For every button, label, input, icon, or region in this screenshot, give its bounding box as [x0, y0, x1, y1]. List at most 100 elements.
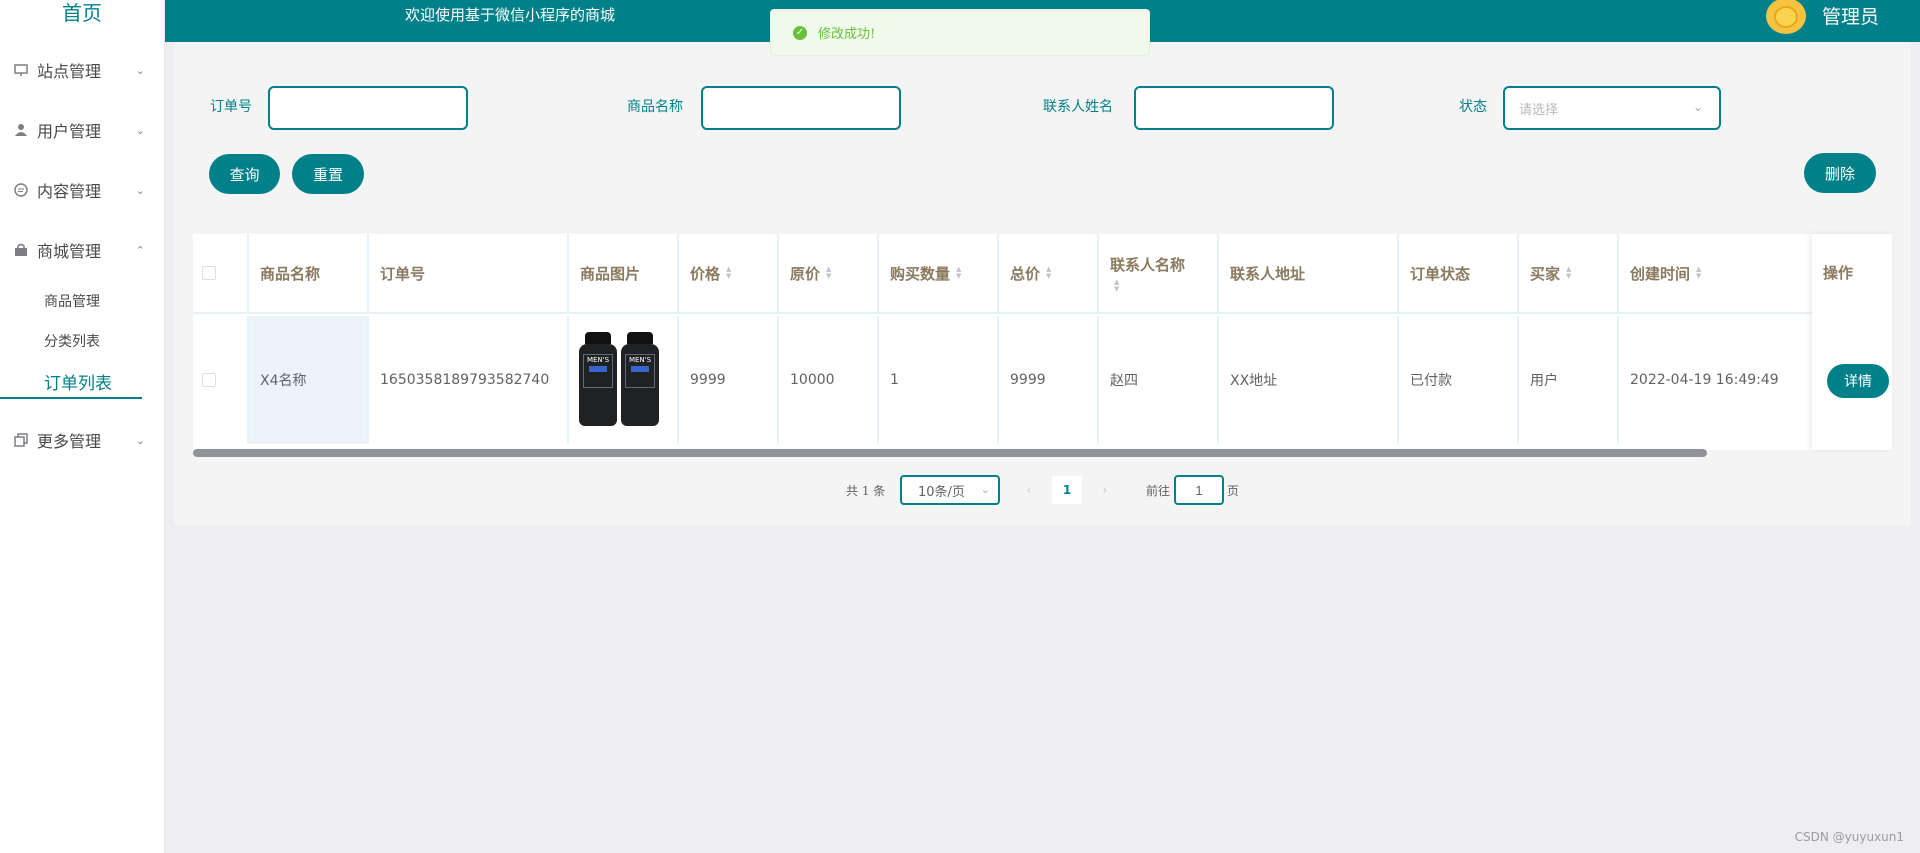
bottle-label: MEN'S	[586, 356, 610, 364]
cell-product-name: X4名称	[249, 316, 369, 444]
status-placeholder: 请选择	[1519, 102, 1559, 118]
active-indicator	[0, 397, 142, 399]
page-size-value: 10条/页	[918, 484, 965, 500]
prev-page-button[interactable]: ‹	[1014, 476, 1044, 504]
header-actions: 操作	[1823, 264, 1854, 282]
sort-icon[interactable]: ▲ ▼	[956, 266, 961, 280]
sort-icon[interactable]: ▲ ▼	[1696, 266, 1701, 280]
header-label: 买家	[1530, 264, 1561, 283]
select-all-cell	[193, 234, 249, 314]
sidebar-item-label: 更多管理	[37, 432, 102, 451]
sidebar-item-user-management[interactable]: 用户管理 ⌄	[0, 110, 165, 150]
contact-name-input[interactable]	[1134, 86, 1334, 130]
header-contact-name[interactable]: 联系人名称 ▲ ▼	[1099, 234, 1219, 314]
cell-total: 9999	[999, 316, 1099, 444]
horizontal-scrollbar[interactable]	[193, 449, 1707, 457]
chat-icon	[13, 182, 29, 198]
header-quantity[interactable]: 购买数量 ▲ ▼	[879, 234, 999, 314]
cell-contact-name: 赵四	[1099, 316, 1219, 444]
cell-buyer: 用户	[1519, 316, 1619, 444]
order-no-label: 订单号	[210, 99, 252, 115]
sidebar-item-label: 内容管理	[37, 182, 102, 201]
sidebar-item-content-management[interactable]: 内容管理 ⌄	[0, 170, 165, 210]
header-created-at[interactable]: 创建时间 ▲ ▼	[1619, 234, 1819, 314]
avatar[interactable]	[1766, 0, 1806, 34]
cell-price: 9999	[679, 316, 779, 444]
toast-message: 修改成功!	[818, 27, 876, 42]
sidebar-item-label: 用户管理	[37, 122, 102, 141]
sort-icon[interactable]: ▲ ▼	[1114, 278, 1119, 293]
chevron-up-icon: ⌃	[135, 243, 145, 257]
sort-icon[interactable]: ▲ ▼	[1046, 266, 1051, 280]
watermark: CSDN @yuyuxun1	[1794, 830, 1904, 844]
admin-label[interactable]: 管理员	[1822, 2, 1879, 29]
row-checkbox[interactable]	[202, 373, 216, 387]
header-label: 购买数量	[890, 264, 951, 283]
goto-page-input[interactable]	[1174, 475, 1224, 505]
header-label: 原价	[790, 264, 821, 283]
sidebar-item-more-management[interactable]: 更多管理 ⌄	[0, 420, 165, 460]
header-contact-address: 联系人地址	[1219, 234, 1399, 314]
header-label: 联系人名称	[1110, 255, 1186, 274]
header-order-no: 订单号	[369, 234, 569, 314]
cell-order-no: 1650358189793582740	[369, 316, 569, 444]
detail-button[interactable]: 详情	[1827, 364, 1889, 398]
header-label: 总价	[1010, 264, 1041, 283]
header-product-image: 商品图片	[569, 234, 679, 314]
current-page[interactable]: 1	[1052, 476, 1082, 504]
header-original-price[interactable]: 原价 ▲ ▼	[779, 234, 879, 314]
user-icon	[13, 122, 29, 138]
bottle-label: MEN'S	[628, 356, 652, 364]
welcome-text: 欢迎使用基于微信小程序的商城	[405, 6, 616, 24]
chevron-down-icon: ⌄	[135, 63, 145, 77]
chevron-down-icon: ⌄	[135, 183, 145, 197]
goto-suffix: 页	[1227, 484, 1240, 498]
reset-button[interactable]: 重置	[292, 154, 364, 194]
copy-icon	[13, 432, 29, 448]
select-all-checkbox[interactable]	[202, 266, 216, 280]
home-link[interactable]: 首页	[0, 0, 164, 28]
sort-icon[interactable]: ▲ ▼	[826, 266, 831, 280]
sidebar-item-label: 站点管理	[37, 62, 102, 81]
shopping-bag-icon	[13, 242, 29, 258]
sidebar-subitem-product-management[interactable]: 商品管理	[0, 283, 165, 319]
row-select-cell	[193, 316, 249, 444]
sidebar: 首页 站点管理 ⌄ 用户管理 ⌄ 内容管理 ⌄ 商城管理 ⌃ 商品管理 分类列表…	[0, 0, 165, 853]
product-name-label: 商品名称	[627, 99, 683, 115]
goto-prefix: 前往	[1146, 484, 1171, 498]
sort-icon[interactable]: ▲ ▼	[726, 266, 731, 280]
cell-created-at: 2022-04-19 16:49:49	[1619, 316, 1819, 444]
header-price[interactable]: 价格 ▲ ▼	[679, 234, 779, 314]
pagination-total: 共 1 条	[846, 484, 886, 498]
status-select[interactable]: 请选择 ⌄	[1503, 86, 1721, 130]
header-order-status: 订单状态	[1399, 234, 1519, 314]
product-name-input[interactable]	[701, 86, 901, 130]
actions-column: 操作 详情	[1812, 234, 1892, 450]
header-total[interactable]: 总价 ▲ ▼	[999, 234, 1099, 314]
next-page-button[interactable]: ›	[1090, 476, 1120, 504]
order-no-input[interactable]	[268, 86, 468, 130]
page-size-select[interactable]: 10条/页 ⌄	[900, 475, 1000, 505]
chevron-down-icon: ⌄	[1692, 100, 1703, 114]
cell-quantity: 1	[879, 316, 999, 444]
chevron-down-icon: ⌄	[980, 483, 990, 496]
contact-name-label: 联系人姓名	[1043, 99, 1113, 115]
orders-table: 商品名称 订单号 商品图片 价格 ▲ ▼ 原价 ▲ ▼ 购买数量 ▲ ▼ 总价 ▲ ▼ …	[193, 234, 1892, 450]
cell-contact-address: XX地址	[1219, 316, 1399, 444]
query-button[interactable]: 查询	[209, 154, 280, 194]
delete-button[interactable]: 删除	[1804, 153, 1876, 193]
status-label: 状态	[1459, 99, 1487, 115]
sidebar-subitem-category-list[interactable]: 分类列表	[0, 323, 165, 359]
header-buyer[interactable]: 买家 ▲ ▼	[1519, 234, 1619, 314]
sidebar-item-mall-management[interactable]: 商城管理 ⌃	[0, 230, 165, 270]
check-circle-icon: ✓	[793, 25, 807, 40]
cell-product-image: MEN'S MEN'S	[569, 316, 679, 444]
sidebar-item-site-management[interactable]: 站点管理 ⌄	[0, 50, 165, 90]
cell-original-price: 10000	[779, 316, 879, 444]
sidebar-item-label: 商城管理	[37, 242, 102, 261]
sidebar-subitem-order-list[interactable]: 订单列表	[0, 363, 165, 399]
header-product-name: 商品名称	[249, 234, 369, 314]
sort-icon[interactable]: ▲ ▼	[1566, 266, 1571, 280]
header-label: 创建时间	[1630, 264, 1691, 283]
success-toast: ✓ 修改成功!	[770, 9, 1150, 56]
